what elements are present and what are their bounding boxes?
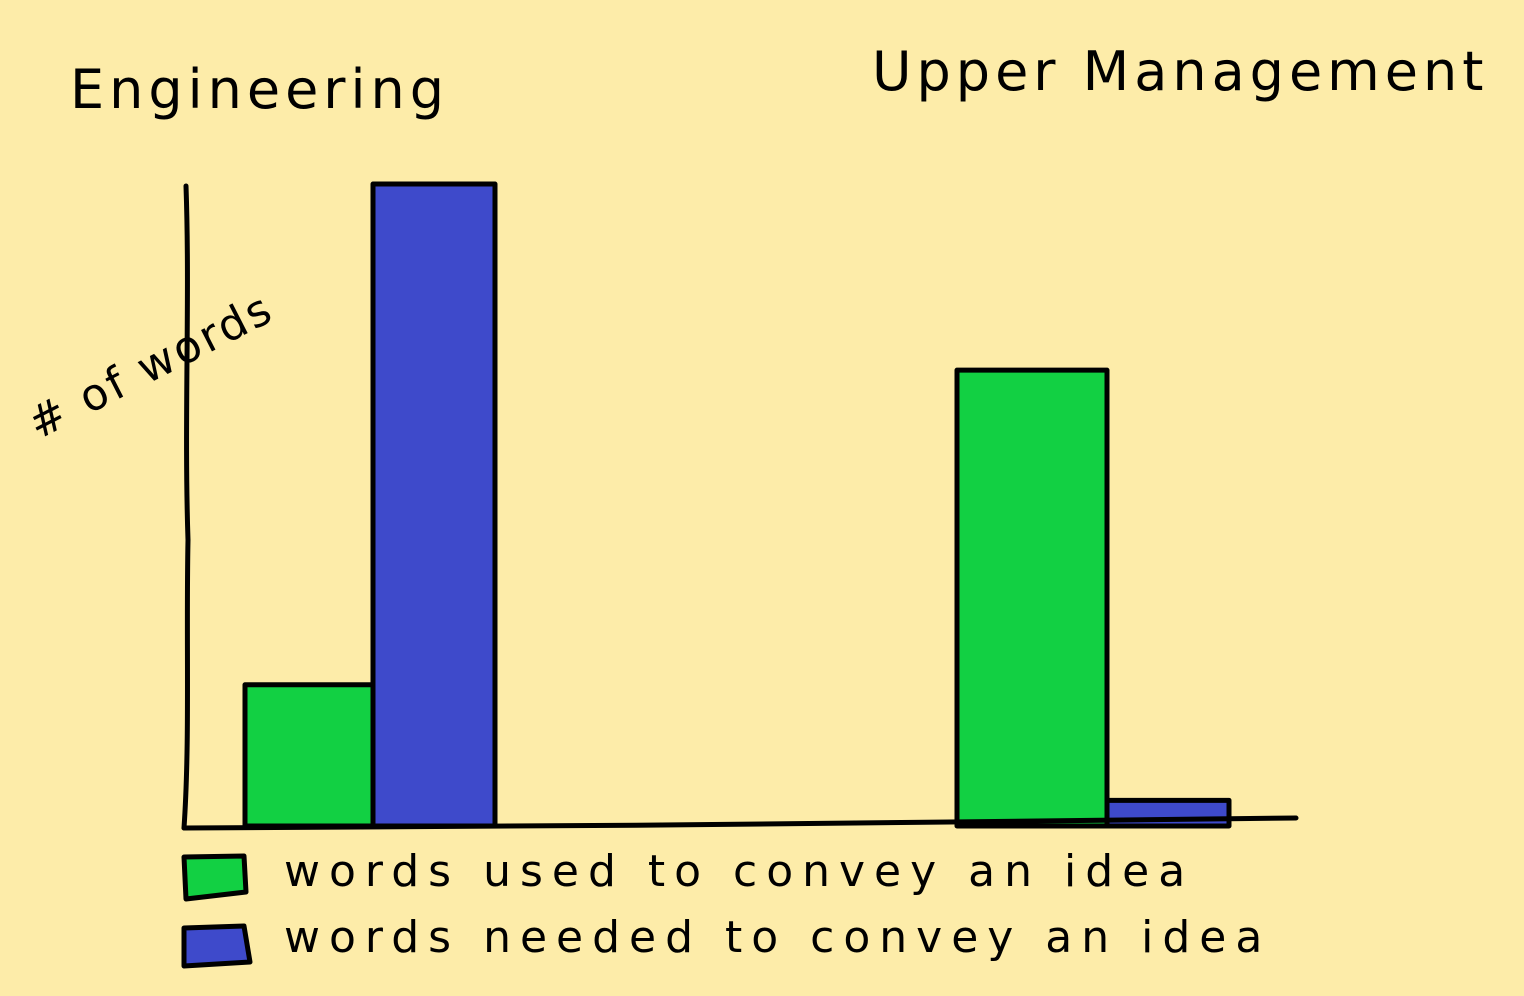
bar-chart: Engineering Upper Management # of words … — [20, 40, 1488, 969]
chart-canvas: Engineering Upper Management # of words … — [0, 0, 1524, 996]
y-axis-label: # of words — [20, 283, 282, 450]
legend-item-needed: words needed to convey an idea — [181, 912, 1271, 969]
legend-label-used: words used to convey an idea — [284, 846, 1194, 897]
bar-engineering-series-1 — [242, 682, 376, 829]
bar-engineering-series-2 — [370, 181, 498, 829]
legend-swatch-used — [181, 853, 249, 902]
legend-item-used: words used to convey an idea — [181, 846, 1194, 902]
category-label-engineering: Engineering — [70, 58, 449, 121]
bars-group — [242, 181, 1232, 829]
y-axis-line — [181, 183, 191, 831]
legend: words used to convey an idea words neede… — [181, 846, 1271, 969]
category-label-upper-management: Upper Management — [872, 40, 1488, 103]
legend-swatch-needed — [181, 923, 253, 969]
bar-upper-management-series-1 — [954, 367, 1110, 829]
legend-label-needed: words needed to convey an idea — [284, 912, 1271, 963]
